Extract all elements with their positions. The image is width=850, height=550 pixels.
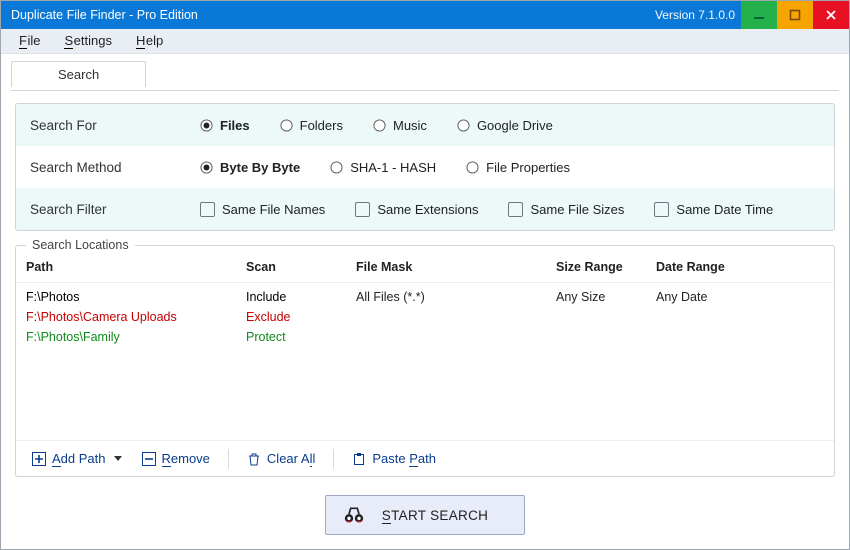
tab-search[interactable]: Search (11, 61, 146, 87)
locations-toolbar: Add Path Remove Clear All Paste Path (16, 440, 834, 476)
radio-files[interactable]: Files (200, 118, 250, 133)
col-file-mask[interactable]: File Mask (356, 260, 556, 274)
trash-icon (247, 452, 261, 466)
menu-bar: File Settings Help (1, 29, 849, 54)
radio-music[interactable]: Music (373, 118, 427, 133)
check-same-file-sizes[interactable]: Same File Sizes (508, 202, 624, 217)
radio-sha1[interactable]: SHA-1 - HASH (330, 160, 436, 175)
cell-date: Any Date (656, 290, 824, 304)
radio-file-properties[interactable]: File Properties (466, 160, 570, 175)
label-search-method: Search Method (16, 160, 200, 175)
chevron-down-icon (114, 456, 122, 462)
remove-button[interactable]: Remove (134, 447, 218, 470)
table-row[interactable]: F:\Photos\FamilyProtect (26, 327, 824, 347)
label-search-filter: Search Filter (16, 202, 200, 217)
minus-icon (142, 452, 156, 466)
close-icon (825, 9, 837, 21)
col-size-range[interactable]: Size Range (556, 260, 656, 274)
radio-byte-by-byte[interactable]: Byte By Byte (200, 160, 300, 175)
clipboard-icon (352, 452, 366, 466)
label-search-for: Search For (16, 118, 200, 133)
cell-scan: Protect (246, 330, 356, 344)
checkbox-icon (200, 202, 215, 217)
checkbox-icon (654, 202, 669, 217)
table-row[interactable]: F:\PhotosIncludeAll Files (*.*)Any SizeA… (26, 287, 824, 307)
cell-scan: Include (246, 290, 356, 304)
radio-icon (280, 119, 293, 132)
col-path[interactable]: Path (26, 260, 246, 274)
check-same-extensions[interactable]: Same Extensions (355, 202, 478, 217)
radio-gdrive-label: Google Drive (477, 118, 553, 133)
plus-icon (32, 452, 46, 466)
radio-folders-label: Folders (300, 118, 343, 133)
radio-byte-label: Byte By Byte (220, 160, 300, 175)
options-panel: Search For Files Folders Music (15, 103, 835, 231)
tab-strip: Search (1, 54, 849, 90)
close-button[interactable] (813, 1, 849, 29)
row-search-filter: Search Filter Same File Names Same Exten… (16, 188, 834, 230)
check-same-date-time[interactable]: Same Date Time (654, 202, 773, 217)
toolbar-separator (228, 449, 229, 469)
title-bar: Duplicate File Finder - Pro Edition Vers… (1, 1, 849, 29)
row-search-method: Search Method Byte By Byte SHA-1 - HASH … (16, 146, 834, 188)
clear-all-button[interactable]: Clear All (239, 447, 323, 470)
radio-google-drive[interactable]: Google Drive (457, 118, 553, 133)
check-same-file-names[interactable]: Same File Names (200, 202, 325, 217)
paste-path-button[interactable]: Paste Path (344, 447, 444, 470)
cell-path: F:\Photos\Family (26, 330, 246, 344)
menu-file[interactable]: File (9, 30, 50, 52)
search-locations: Search Locations Path Scan File Mask Siz… (15, 245, 835, 477)
start-search-container: START SEARCH (15, 477, 835, 535)
radio-icon (457, 119, 470, 132)
locations-list[interactable]: F:\PhotosIncludeAll Files (*.*)Any SizeA… (16, 283, 834, 440)
app-window: Duplicate File Finder - Pro Edition Vers… (0, 0, 850, 550)
radio-sha1-label: SHA-1 - HASH (350, 160, 436, 175)
checkbox-icon (508, 202, 523, 217)
cell-size: Any Size (556, 290, 656, 304)
maximize-button[interactable] (777, 1, 813, 29)
version-label: Version 7.1.0.0 (655, 8, 735, 22)
content: Search For Files Folders Music (1, 91, 849, 549)
radio-folders[interactable]: Folders (280, 118, 343, 133)
checkbox-icon (355, 202, 370, 217)
cell-path: F:\Photos (26, 290, 246, 304)
cell-path: F:\Photos\Camera Uploads (26, 310, 246, 324)
col-date-range[interactable]: Date Range (656, 260, 824, 274)
radio-icon (200, 161, 213, 174)
radio-files-label: Files (220, 118, 250, 133)
binoculars-icon (344, 506, 364, 524)
app-title: Duplicate File Finder - Pro Edition (11, 8, 198, 22)
add-path-button[interactable]: Add Path (24, 447, 130, 470)
locations-header: Path Scan File Mask Size Range Date Rang… (16, 252, 834, 283)
radio-fileprops-label: File Properties (486, 160, 570, 175)
menu-help[interactable]: Help (126, 30, 173, 52)
menu-settings[interactable]: Settings (54, 30, 121, 52)
table-row[interactable]: F:\Photos\Camera UploadsExclude (26, 307, 824, 327)
radio-icon (330, 161, 343, 174)
minimize-button[interactable] (741, 1, 777, 29)
radio-icon (200, 119, 213, 132)
col-scan[interactable]: Scan (246, 260, 356, 274)
cell-mask: All Files (*.*) (356, 290, 556, 304)
toolbar-separator (333, 449, 334, 469)
minimize-icon (753, 9, 765, 21)
maximize-icon (789, 9, 801, 21)
radio-icon (373, 119, 386, 132)
radio-music-label: Music (393, 118, 427, 133)
radio-icon (466, 161, 479, 174)
search-locations-legend: Search Locations (26, 238, 135, 252)
row-search-for: Search For Files Folders Music (16, 104, 834, 146)
start-search-button[interactable]: START SEARCH (325, 495, 525, 535)
cell-scan: Exclude (246, 310, 356, 324)
